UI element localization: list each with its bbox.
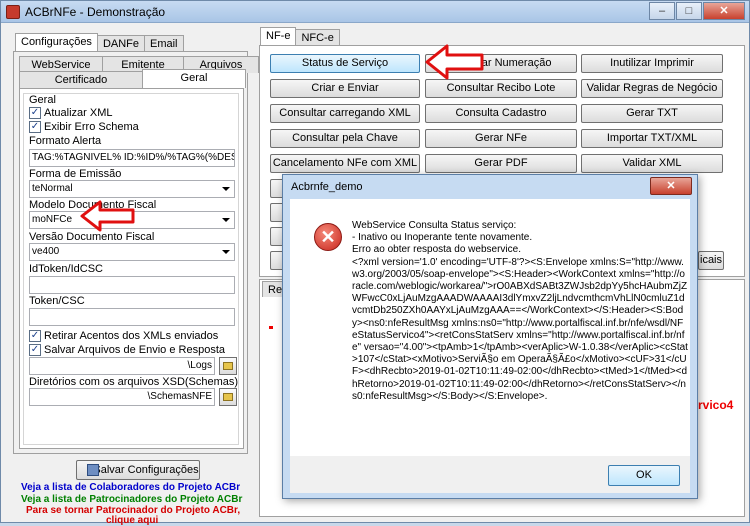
tab-certificado[interactable]: Certificado xyxy=(19,71,143,88)
consultar-recibo-button[interactable]: Consultar Recibo Lote xyxy=(425,79,577,98)
ok-button[interactable]: OK xyxy=(608,465,680,486)
tab-nfe[interactable]: NF-e xyxy=(260,27,297,46)
retirar-acentos-checkbox[interactable]: ✓ Retirar Acentos dos XMLs enviados xyxy=(29,330,218,342)
error-icon: ✕ xyxy=(314,223,342,251)
title-bar: ACBrNFe - Demonstração – □ ✕ xyxy=(1,1,749,23)
maximize-button[interactable]: □ xyxy=(676,2,702,20)
folder-icon xyxy=(223,393,233,401)
exibir-erro-checkbox[interactable]: ✓ Exibir Erro Schema xyxy=(29,121,139,133)
checkbox-box: ✓ xyxy=(29,107,41,119)
criar-enviar-button[interactable]: Criar e Enviar xyxy=(270,79,420,98)
tab-geral[interactable]: Geral xyxy=(142,69,246,88)
app-icon xyxy=(6,5,20,19)
atualizar-xml-label: Atualizar XML xyxy=(44,107,113,119)
token-label: Token/CSC xyxy=(29,295,85,307)
chevron-down-icon xyxy=(222,218,230,222)
patrocinadores-link[interactable]: Veja a lista de Patrocinadores do Projet… xyxy=(21,494,242,505)
xsd-label: Diretórios com os arquivos XSD(Schemas) xyxy=(29,376,239,388)
tab-configuracoes[interactable]: Configurações xyxy=(15,33,98,52)
forma-emissao-value: teNormal xyxy=(32,183,73,194)
salvar-configuracoes-button[interactable]: Salvar Configurações xyxy=(76,460,200,480)
exibir-erro-label: Exibir Erro Schema xyxy=(44,121,139,133)
minimize-button[interactable]: – xyxy=(649,2,675,20)
tab-email[interactable]: Email xyxy=(144,35,184,52)
formato-alerta-label: Formato Alerta xyxy=(29,135,102,147)
left-top-tabs: Configurações DANFe Email xyxy=(15,33,184,52)
main-window: ACBrNFe - Demonstração – □ ✕ Configuraçõ… xyxy=(0,0,750,526)
retirar-acentos-label: Retirar Acentos dos XMLs enviados xyxy=(44,330,219,342)
save-icon xyxy=(87,464,99,476)
validar-regras-button[interactable]: Validar Regras de Negócio xyxy=(581,79,723,98)
atualizar-xml-checkbox[interactable]: ✓ Atualizar XML xyxy=(29,107,112,119)
folder-icon xyxy=(223,362,233,370)
idtoken-label: IdToken/IdCSC xyxy=(29,263,103,275)
checkbox-box: ✓ xyxy=(29,330,41,342)
dialog-body: ✕ WebService Consulta Status serviço: - … xyxy=(290,199,690,456)
cancelamento-nfe-button[interactable]: Cancelamento NFe com XML xyxy=(270,154,420,173)
modelo-value: moNFCe xyxy=(32,214,73,225)
logs-folder-button[interactable] xyxy=(219,357,237,375)
versao-select[interactable]: ve400 xyxy=(29,243,235,261)
chevron-down-icon xyxy=(222,187,230,191)
dialog-close-button[interactable]: ✕ xyxy=(650,177,692,195)
checkbox-box: ✓ xyxy=(29,121,41,133)
chevron-down-icon xyxy=(222,250,230,254)
consultar-xml-button[interactable]: Consultar carregando XML xyxy=(270,104,420,123)
red-arrow-icon xyxy=(425,44,484,80)
colaboradores-link[interactable]: Veja a lista de Colaboradores do Projeto… xyxy=(21,482,240,493)
tab-danfe[interactable]: DANFe xyxy=(96,35,145,52)
consultar-chave-button[interactable]: Consultar pela Chave xyxy=(270,129,420,148)
forma-emissao-select[interactable]: teNormal xyxy=(29,180,235,198)
hidden-button-fiscais[interactable]: icais xyxy=(698,251,724,270)
error-dialog: Acbrnfe_demo ✕ ✕ WebService Consulta Sta… xyxy=(282,174,698,499)
salvar-configuracoes-label: Salvar Configurações xyxy=(93,464,199,476)
gerar-pdf-button[interactable]: Gerar PDF xyxy=(425,154,577,173)
consulta-cadastro-button[interactable]: Consulta Cadastro xyxy=(425,104,577,123)
salvar-arquivos-label: Salvar Arquivos de Envio e Resposta xyxy=(44,344,225,356)
red-arrow-icon xyxy=(80,200,135,232)
geral-group-label: Geral xyxy=(29,94,56,106)
clique-aqui-link[interactable]: clique aqui xyxy=(106,515,158,526)
close-button[interactable]: ✕ xyxy=(703,2,745,20)
importar-txt-xml-button[interactable]: Importar TXT/XML xyxy=(581,129,723,148)
gerar-nfe-button[interactable]: Gerar NFe xyxy=(425,129,577,148)
right-tabs: NF-e NFC-e xyxy=(260,27,340,46)
token-input[interactable] xyxy=(29,308,235,326)
logs-path-input[interactable]: \Logs xyxy=(29,357,215,375)
config-tabs-row3: Certificado Geral xyxy=(19,69,246,88)
window-controls: – □ ✕ xyxy=(648,2,745,20)
formato-alerta-input[interactable]: TAG:%TAGNIVEL% ID:%ID%/%TAG%(%DESCRICA xyxy=(29,149,235,167)
inutilizar-imprimir-button[interactable]: Inutilizar Imprimir xyxy=(581,54,723,73)
dialog-title: Acbrnfe_demo xyxy=(291,181,363,193)
red-mark xyxy=(269,326,273,329)
versao-value: ve400 xyxy=(32,246,60,257)
validar-xml-button[interactable]: Validar XML xyxy=(581,154,723,173)
tab-nfce[interactable]: NFC-e xyxy=(295,29,340,46)
idtoken-input[interactable] xyxy=(29,276,235,294)
gerar-txt-button[interactable]: Gerar TXT xyxy=(581,104,723,123)
window-title: ACBrNFe - Demonstração xyxy=(25,5,166,19)
forma-emissao-label: Forma de Emissão xyxy=(29,168,122,180)
xsd-path-input[interactable]: \SchemasNFE xyxy=(29,388,215,406)
xsd-folder-button[interactable] xyxy=(219,388,237,406)
salvar-arquivos-checkbox[interactable]: ✓ Salvar Arquivos de Envio e Resposta xyxy=(29,344,225,356)
error-message: WebService Consulta Status serviço: - In… xyxy=(352,220,688,402)
status-servico-button[interactable]: Status de Serviço xyxy=(270,54,420,73)
red-text: rvico4 xyxy=(698,398,734,412)
checkbox-box: ✓ xyxy=(29,344,41,356)
dialog-footer: OK xyxy=(290,456,690,493)
